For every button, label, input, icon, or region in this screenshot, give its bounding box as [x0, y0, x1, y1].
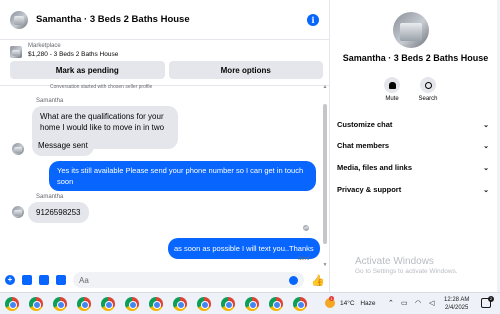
search-button[interactable]: Search: [413, 77, 443, 102]
menu-customize-chat[interactable]: Customize chat ⌄: [337, 120, 489, 129]
listing-title[interactable]: $1,280 - 3 Beds 2 Baths House: [28, 51, 118, 58]
clock-time: 12:28 AM: [444, 297, 470, 303]
chevron-down-icon: ⌄: [483, 121, 489, 129]
mark-as-pending-button[interactable]: Mark as pending: [10, 61, 165, 79]
chrome-icon[interactable]: [101, 297, 115, 311]
emoji-icon[interactable]: [289, 275, 299, 285]
search-label: Search: [418, 96, 438, 102]
sender-avatar: [12, 206, 24, 218]
bell-icon: [388, 81, 396, 89]
seen-avatar: [303, 225, 309, 231]
profile-name: Samantha · 3 Beds 2 Baths House: [342, 53, 489, 63]
message-list: Conversation started with chosen seller …: [0, 84, 322, 268]
weather-widget[interactable]: 14°C Haze: [340, 300, 376, 307]
clock[interactable]: 12:28 AM 2/4/2025: [444, 296, 469, 312]
weather-temp: 14°C: [340, 300, 355, 307]
menu-item-label: Media, files and links: [337, 163, 413, 172]
scroll-up-icon[interactable]: ▲: [322, 84, 328, 90]
wifi-icon[interactable]: ◠: [415, 299, 421, 307]
message-sender: Samantha: [36, 98, 64, 104]
menu-item-label: Customize chat: [337, 120, 393, 129]
chrome-icon[interactable]: [125, 297, 139, 311]
mute-label: Mute: [385, 96, 399, 102]
notification-badge: 2: [488, 296, 494, 302]
weather-badge: 1: [329, 296, 334, 301]
message-bubble-incoming[interactable]: 9126598253: [28, 202, 89, 223]
chevron-up-icon[interactable]: ⌃: [388, 299, 394, 307]
message-input[interactable]: Aa: [73, 272, 305, 288]
chat-title[interactable]: Samantha · 3 Beds 2 Baths House: [36, 14, 307, 25]
contact-avatar[interactable]: [10, 10, 28, 29]
clock-date: 2/4/2025: [445, 305, 469, 311]
activation-watermark-title: Activate Windows: [355, 256, 434, 267]
more-options-button[interactable]: More options: [168, 61, 323, 79]
info-icon[interactable]: i: [307, 13, 319, 26]
message-bubble-outgoing[interactable]: as soon as possible I will text you..Tha…: [168, 238, 320, 259]
like-icon[interactable]: 👍: [311, 274, 325, 287]
search-icon: [424, 81, 432, 89]
profile-pane: Samantha · 3 Beds 2 Baths House Mute Sea…: [331, 0, 500, 292]
photo-icon[interactable]: [22, 275, 32, 285]
weather-condition: Haze: [360, 300, 376, 307]
network-icon[interactable]: ▭: [401, 299, 408, 307]
chrome-icon[interactable]: [29, 297, 43, 311]
chrome-icon[interactable]: [245, 297, 259, 311]
menu-item-label: Chat members: [337, 141, 390, 150]
chrome-icon[interactable]: [173, 297, 187, 311]
sent-status: Sent: [298, 256, 310, 262]
menu-chat-members[interactable]: Chat members ⌄: [337, 141, 489, 150]
scroll-thumb[interactable]: [323, 104, 327, 244]
chrome-icon[interactable]: [149, 297, 163, 311]
chat-pane: Samantha · 3 Beds 2 Baths House i Market…: [0, 0, 330, 292]
message-sender: Samantha: [36, 194, 64, 200]
sticker-icon[interactable]: [39, 275, 49, 285]
volume-icon[interactable]: ◁: [429, 299, 434, 307]
chevron-down-icon: ⌄: [483, 142, 489, 150]
chevron-down-icon: ⌄: [483, 164, 489, 172]
add-icon[interactable]: +: [5, 275, 15, 285]
menu-media-files-links[interactable]: Media, files and links ⌄: [337, 163, 489, 172]
message-bubble-incoming[interactable]: Message sent: [32, 135, 94, 156]
message-input-placeholder: Aa: [79, 275, 89, 285]
listing-actions: Mark as pending More options: [10, 61, 323, 79]
listing-thumbnail[interactable]: [10, 46, 22, 58]
mute-button[interactable]: Mute: [377, 77, 407, 102]
chevron-down-icon: ⌄: [483, 186, 489, 194]
profile-avatar[interactable]: [393, 12, 429, 48]
chrome-icon[interactable]: [77, 297, 91, 311]
chrome-icon[interactable]: [269, 297, 283, 311]
system-note: Conversation started with chosen seller …: [50, 84, 153, 90]
chrome-icon[interactable]: [293, 297, 307, 311]
marketplace-label: Marketplace: [28, 43, 61, 49]
composer: + Aa 👍: [0, 268, 330, 292]
activation-watermark-subtitle: Go to Settings to activate Windows.: [355, 268, 458, 275]
chrome-icon[interactable]: [197, 297, 211, 311]
message-scrollbar[interactable]: ▲ ▼: [322, 84, 328, 268]
chrome-icon[interactable]: [5, 297, 19, 311]
menu-privacy-support[interactable]: Privacy & support ⌄: [337, 185, 489, 194]
gif-icon[interactable]: [56, 275, 66, 285]
taskbar: 1 14°C Haze ⌃ ▭ ◠ ◁ 12:28 AM 2/4/2025 2: [0, 292, 500, 314]
message-bubble-outgoing[interactable]: Yes its still available Please send your…: [49, 161, 316, 191]
sender-avatar: [12, 143, 24, 155]
chrome-icon[interactable]: [221, 297, 235, 311]
menu-item-label: Privacy & support: [337, 185, 402, 194]
chrome-icon[interactable]: [53, 297, 67, 311]
chat-header: Samantha · 3 Beds 2 Baths House i: [0, 0, 329, 40]
